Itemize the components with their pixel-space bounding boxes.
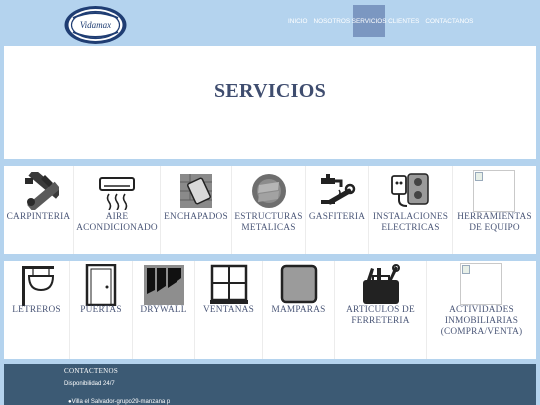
nav-clientes[interactable]: CLIENTES — [385, 5, 422, 37]
metal-structure-icon — [250, 172, 288, 215]
logo-text: Vidamax — [80, 20, 111, 30]
services-row-1: CARPINTERIA AIRE ACONDICIONADO ENCHAPADO… — [4, 166, 536, 254]
footer-title: CONTACTENOS — [64, 367, 119, 375]
availability-text: Disponibilidad 24/7 — [64, 381, 115, 387]
service-label: GASFITERIA — [308, 212, 366, 222]
site-footer: CONTACTENOS Disponibilidad 24/7 ●Villa e… — [4, 364, 536, 405]
carpentry-tools-icon — [19, 168, 62, 215]
nav-inicio[interactable]: INICIO — [285, 5, 311, 37]
drywall-panels-icon — [143, 264, 185, 311]
main-nav: INICIO NOSOTROS SERVICIOS CLIENTES CONTA… — [285, 5, 476, 37]
service-gasfiteria[interactable]: GASFITERIA — [306, 166, 369, 254]
service-label: HERRAMIENTAS DE EQUIPO — [457, 212, 532, 233]
service-label: MAMPARAS — [271, 305, 326, 315]
electrical-outlet-icon — [390, 172, 432, 215]
service-enchapados[interactable]: ENCHAPADOS — [161, 166, 232, 254]
service-label: AIRE ACONDICIONADO — [76, 212, 158, 233]
services-row-2: LETREROS PUERTAS DRYWALL VENTANAS MAMPAR… — [4, 261, 536, 359]
nav-contactanos[interactable]: CONTACTANOS — [422, 5, 476, 37]
page-title: SERVICIOS — [213, 80, 327, 102]
nav-servicios[interactable]: SERVICIOS — [352, 5, 386, 37]
service-label: DRYWALL — [140, 305, 187, 315]
service-label: ARTICULOS DE FERRETERIA — [346, 305, 415, 326]
service-aire-acondicionado[interactable]: AIRE ACONDICIONADO — [74, 166, 161, 254]
door-icon — [85, 263, 117, 311]
nav-nosotros[interactable]: NOSOTROS — [311, 5, 354, 37]
service-label: ESTRUCTURAS METALICAS — [234, 212, 303, 233]
site-header: Vidamax INICIO NOSOTROS SERVICIOS CLIENT… — [0, 0, 540, 46]
broken-image-icon — [460, 263, 502, 305]
brand-logo[interactable]: Vidamax — [63, 4, 128, 46]
service-herramientas-de-equipo[interactable]: HERRAMIENTAS DE EQUIPO — [453, 166, 536, 254]
signboard-icon — [17, 264, 57, 311]
service-drywall[interactable]: DRYWALL — [133, 261, 195, 359]
service-label: CARPINTERIA — [6, 212, 71, 222]
faucet-wrench-icon — [317, 172, 357, 215]
service-label: ENCHAPADOS — [164, 212, 228, 222]
hardware-toolbox-icon — [359, 264, 403, 311]
service-label: INSTALACIONES ELECTRICAS — [372, 212, 449, 233]
air-conditioner-icon — [97, 172, 137, 215]
service-articulos-de-ferreteria[interactable]: ARTICULOS DE FERRETERIA — [335, 261, 427, 359]
service-carpinteria[interactable]: CARPINTERIA — [4, 166, 74, 254]
broken-image-icon — [473, 170, 515, 212]
service-label: PUERTAS — [80, 305, 122, 315]
service-letreros[interactable]: LETREROS — [4, 261, 70, 359]
partition-screen-icon — [280, 264, 318, 311]
address-text: Villa el Salvador-grupo29-manzana p — [71, 399, 171, 405]
service-ventanas[interactable]: VENTANAS — [195, 261, 263, 359]
service-label: LETREROS — [12, 305, 61, 315]
service-label: ACTIVIDADES INMOBILIARIAS (COMPRA/VENTA) — [440, 305, 523, 337]
service-mamparas[interactable]: MAMPARAS — [263, 261, 335, 359]
service-puertas[interactable]: PUERTAS — [70, 261, 133, 359]
tile-trowel-icon — [178, 172, 214, 215]
service-actividades-inmobiliarias[interactable]: ACTIVIDADES INMOBILIARIAS (COMPRA/VENTA) — [427, 261, 536, 359]
service-instalaciones-electricas[interactable]: INSTALACIONES ELECTRICAS — [369, 166, 453, 254]
hero-banner: SERVICIOS — [4, 46, 536, 159]
address-line: ●Villa el Salvador-grupo29-manzana p — [68, 399, 170, 405]
service-estructuras-metalicas[interactable]: ESTRUCTURAS METALICAS — [232, 166, 306, 254]
service-label: VENTANAS — [203, 305, 254, 315]
window-icon — [209, 264, 248, 311]
